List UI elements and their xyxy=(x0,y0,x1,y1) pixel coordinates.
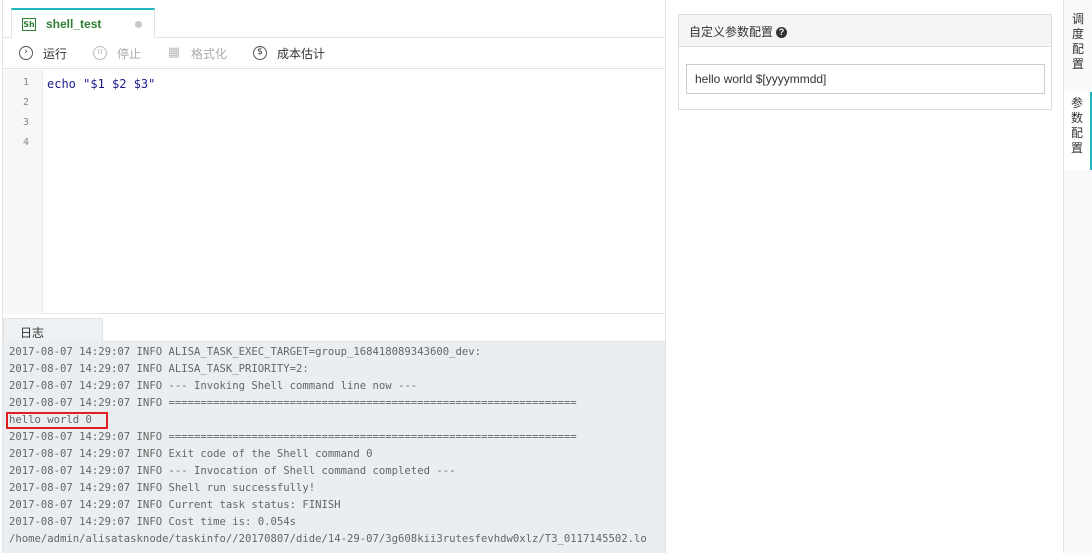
side-tab-bar: 调 度 配 置 参 数 配 置 xyxy=(1063,0,1092,553)
format-button[interactable]: ▦ 格式化 xyxy=(167,45,227,62)
line-number: 1 xyxy=(22,77,29,88)
code-editor[interactable]: 1 2 3 4 echo "$1 $2 $3" xyxy=(3,70,665,314)
log-line: /home/admin/alisatasknode/taskinfo//2017… xyxy=(9,533,647,545)
tab-char: 置 xyxy=(1070,141,1083,155)
tab-char: 度 xyxy=(1071,27,1084,41)
run-label: 运行 xyxy=(43,46,68,61)
grid-icon: ▦ xyxy=(167,45,181,60)
tab-char: 配 xyxy=(1071,42,1084,56)
tab-char: 置 xyxy=(1071,57,1084,71)
unsaved-dot-icon[interactable] xyxy=(135,21,142,28)
format-label: 格式化 xyxy=(191,46,228,61)
log-line: 2017-08-07 14:29:07 INFO ===============… xyxy=(9,431,577,443)
tab-char: 参 xyxy=(1070,96,1083,110)
code-line[interactable]: echo "$1 $2 $3" xyxy=(47,77,155,91)
log-line-highlighted: hello world 0 xyxy=(3,412,665,429)
custom-params-panel: 自定义参数配置? xyxy=(678,14,1052,110)
log-line: 2017-08-07 14:29:07 INFO ALISA_TASK_EXEC… xyxy=(9,346,481,358)
line-number: 3 xyxy=(22,117,29,128)
cost-label: 成本估计 xyxy=(277,46,326,61)
line-number: 2 xyxy=(22,97,29,108)
tab-log[interactable]: 日志 xyxy=(3,318,103,343)
pause-circle-icon: ıı xyxy=(93,46,108,60)
tab-label: shell_test xyxy=(46,17,102,31)
tab-param-config[interactable]: 参 数 配 置 xyxy=(1064,92,1092,170)
tab-shell-test[interactable]: Sh shell_test xyxy=(11,8,155,38)
shell-file-icon: Sh xyxy=(22,17,36,31)
panel-title: 自定义参数配置 xyxy=(689,25,774,39)
log-line: 2017-08-07 14:29:07 INFO Cost time is: 0… xyxy=(9,516,297,528)
tab-char: 数 xyxy=(1070,111,1083,125)
log-output[interactable]: 2017-08-07 14:29:07 INFO ALISA_TASK_EXEC… xyxy=(3,342,665,553)
dollar-circle-icon: $ xyxy=(253,46,268,60)
log-line: 2017-08-07 14:29:07 INFO ALISA_TASK_PRIO… xyxy=(9,363,309,375)
log-line: 2017-08-07 14:29:07 INFO Shell run succe… xyxy=(9,482,316,494)
line-number: 4 xyxy=(22,137,29,148)
editor-tab-bar: Sh shell_test xyxy=(3,0,665,38)
line-number-gutter: 1 2 3 4 xyxy=(3,70,43,314)
log-line: 2017-08-07 14:29:07 INFO Exit code of th… xyxy=(9,448,373,460)
tab-char: 配 xyxy=(1070,126,1083,140)
play-circle-icon: › xyxy=(19,46,33,60)
editor-toolbar: › 运行 ıı 停止 ▦ 格式化 $ 成本估计 xyxy=(3,38,665,69)
log-tab-bar: 日志 xyxy=(3,318,665,343)
params-input[interactable] xyxy=(686,64,1045,94)
stop-label: 停止 xyxy=(117,46,142,61)
tab-schedule-config[interactable]: 调 度 配 置 xyxy=(1064,10,1092,80)
stop-button[interactable]: ıı 停止 xyxy=(93,45,141,62)
cost-estimate-button[interactable]: $ 成本估计 xyxy=(253,45,325,62)
log-line: 2017-08-07 14:29:07 INFO Current task st… xyxy=(9,499,341,511)
panel-header: 自定义参数配置? xyxy=(679,15,1051,47)
help-icon[interactable]: ? xyxy=(776,27,788,38)
log-line: 2017-08-07 14:29:07 INFO --- Invoking Sh… xyxy=(9,380,418,392)
params-pane: 自定义参数配置? xyxy=(667,0,1063,553)
tab-char: 调 xyxy=(1071,12,1084,26)
editor-pane: Sh shell_test › 运行 ıı 停止 ▦ 格式化 $ 成本估计 1 … xyxy=(2,0,666,553)
run-button[interactable]: › 运行 xyxy=(19,45,67,62)
log-line: 2017-08-07 14:29:07 INFO ===============… xyxy=(9,397,577,409)
log-line: 2017-08-07 14:29:07 INFO --- Invocation … xyxy=(9,465,456,477)
hello-world-output: hello world 0 xyxy=(6,412,108,429)
